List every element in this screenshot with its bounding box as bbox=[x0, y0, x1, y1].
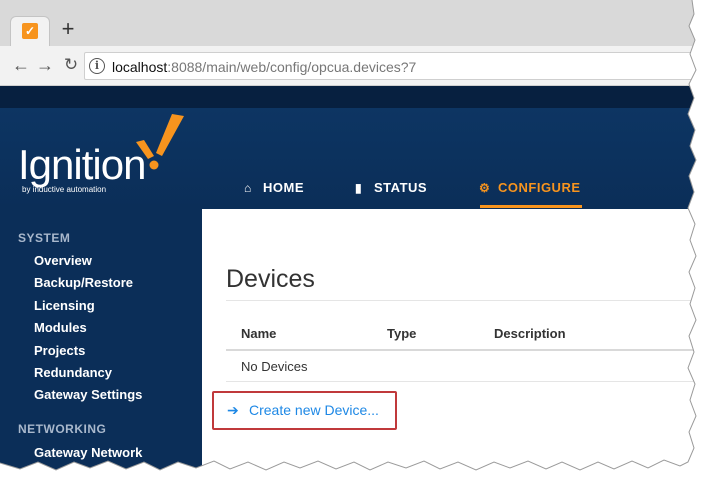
app-header: Ignition by inductive automation ⌂ HOME ▮… bbox=[0, 86, 704, 209]
url-text: localhost:8088/main/web/config/opcua.dev… bbox=[112, 59, 416, 75]
ignition-favicon-icon: ✓ bbox=[22, 23, 38, 39]
browser-toolbar: ← → ↻ i localhost:8088/main/web/config/o… bbox=[0, 46, 704, 86]
browser-tab[interactable]: ✓ bbox=[10, 16, 50, 46]
arrow-right-icon: ➔ bbox=[227, 402, 239, 418]
nav-active-indicator bbox=[480, 205, 582, 208]
arrow-left-icon: ← bbox=[12, 55, 30, 75]
page-title: Devices bbox=[226, 265, 315, 293]
nav-home[interactable]: ⌂ HOME bbox=[244, 180, 304, 195]
nav-configure[interactable]: ⚙ CONFIGURE bbox=[479, 180, 581, 195]
sidebar-item-projects[interactable]: Projects bbox=[34, 343, 85, 358]
nav-status-label: STATUS bbox=[374, 180, 428, 195]
column-header-name[interactable]: Name bbox=[241, 326, 276, 341]
url-path: :8088/main/web/config/opcua.devices?7 bbox=[167, 59, 417, 75]
reload-icon: ↻ bbox=[63, 55, 79, 74]
sidebar-item-overview[interactable]: Overview bbox=[34, 253, 92, 268]
sidebar-item-gateway-network[interactable]: Gateway Network bbox=[34, 445, 142, 460]
create-device-link[interactable]: Create new Device... bbox=[249, 402, 379, 418]
create-device-highlight: ➔ Create new Device... bbox=[212, 391, 397, 430]
main-content: Devices Name Type Description No Devices… bbox=[202, 209, 704, 478]
sidebar-section-networking: NETWORKING bbox=[18, 422, 107, 436]
column-header-description[interactable]: Description bbox=[494, 326, 566, 341]
arrow-right-icon: → bbox=[36, 55, 54, 75]
table-header-divider bbox=[226, 349, 704, 351]
logo-tagline: by inductive automation bbox=[22, 185, 107, 194]
sidebar-item-licensing[interactable]: Licensing bbox=[34, 298, 95, 313]
logo-wordmark: Ignition bbox=[18, 141, 146, 188]
title-divider bbox=[226, 300, 704, 301]
nav-configure-label: CONFIGURE bbox=[498, 180, 581, 195]
nav-status[interactable]: ▮ STATUS bbox=[355, 180, 427, 195]
ignition-logo[interactable]: Ignition by inductive automation bbox=[18, 114, 184, 194]
home-icon: ⌂ bbox=[244, 181, 252, 195]
sidebar-item-redundancy[interactable]: Redundancy bbox=[34, 365, 112, 380]
forward-button[interactable]: → bbox=[34, 54, 56, 76]
sidebar-item-backup-restore[interactable]: Backup/Restore bbox=[34, 275, 133, 290]
sidebar-section-system: SYSTEM bbox=[18, 231, 71, 245]
column-header-type[interactable]: Type bbox=[387, 326, 416, 341]
gear-icon: ⚙ bbox=[479, 181, 491, 195]
sidebar-item-modules[interactable]: Modules bbox=[34, 320, 87, 335]
info-icon[interactable]: i bbox=[89, 58, 105, 74]
logo-exclamation-icon bbox=[136, 114, 184, 170]
sidebar: SYSTEM Overview Backup/Restore Licensing… bbox=[0, 209, 202, 478]
reload-button[interactable]: ↻ bbox=[60, 54, 82, 76]
empty-table-message: No Devices bbox=[241, 359, 308, 374]
table-row-divider bbox=[226, 381, 704, 382]
back-button[interactable]: ← bbox=[10, 54, 32, 76]
new-tab-button[interactable]: + bbox=[58, 18, 78, 40]
url-host: localhost bbox=[112, 59, 168, 75]
address-bar[interactable]: i localhost:8088/main/web/config/opcua.d… bbox=[84, 52, 704, 80]
browser-tab-strip: ✓ + bbox=[0, 0, 704, 46]
nav-home-label: HOME bbox=[263, 180, 304, 195]
bar-chart-icon: ▮ bbox=[355, 181, 363, 195]
sidebar-item-gateway-settings[interactable]: Gateway Settings bbox=[34, 387, 142, 402]
